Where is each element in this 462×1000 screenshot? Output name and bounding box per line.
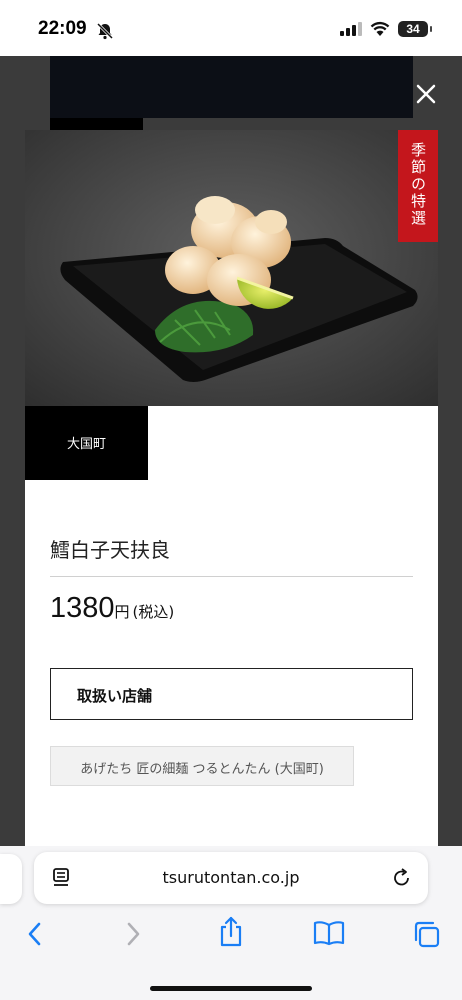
dish-photo — [25, 130, 438, 406]
close-icon[interactable] — [412, 80, 440, 108]
share-icon[interactable] — [218, 916, 244, 948]
background-card — [50, 56, 413, 118]
battery-indicator: 34 — [398, 21, 432, 37]
seasonal-label: 季節の特選 — [409, 142, 427, 227]
seasonal-banner: 季節の特選 — [398, 130, 438, 242]
browser-chrome: tsurutontan.co.jp — [0, 846, 462, 1000]
store-tag: 大国町 — [25, 406, 148, 480]
divider — [50, 576, 413, 577]
price: 1380円 (税込) — [50, 592, 174, 625]
status-bar: 22:09 34 — [0, 0, 462, 56]
reload-icon[interactable] — [392, 867, 412, 889]
shops-button-label: 取扱い店舗 — [77, 687, 153, 705]
shop-chip-label: あげたち 匠の細麺 つるとんたん (大国町) — [80, 762, 324, 777]
url-text: tsurutontan.co.jp — [162, 868, 300, 887]
store-tag-label: 大国町 — [66, 437, 106, 452]
shop-chip[interactable]: あげたち 匠の細麺 つるとんたん (大国町) — [50, 746, 354, 786]
dish-name: 鱈白子天扶良 — [50, 538, 170, 562]
price-tax-note: (税込) — [132, 603, 175, 621]
price-unit: 円 — [114, 603, 130, 621]
wifi-icon — [370, 21, 390, 36]
forward-icon[interactable] — [122, 920, 144, 948]
shops-button[interactable]: 取扱い店舗 — [50, 668, 413, 720]
back-icon[interactable] — [24, 920, 46, 948]
previous-tab[interactable] — [0, 854, 22, 904]
tabs-icon[interactable] — [412, 920, 442, 948]
status-time: 22:09 — [38, 18, 87, 39]
home-indicator — [150, 986, 312, 991]
bell-slash-icon — [96, 22, 114, 40]
address-bar[interactable]: tsurutontan.co.jp — [34, 852, 428, 904]
product-modal: 季節の特選 大国町 — [25, 130, 438, 846]
signal-icon — [340, 22, 362, 36]
price-amount: 1380 — [50, 592, 115, 624]
bookmarks-icon[interactable] — [313, 920, 345, 946]
